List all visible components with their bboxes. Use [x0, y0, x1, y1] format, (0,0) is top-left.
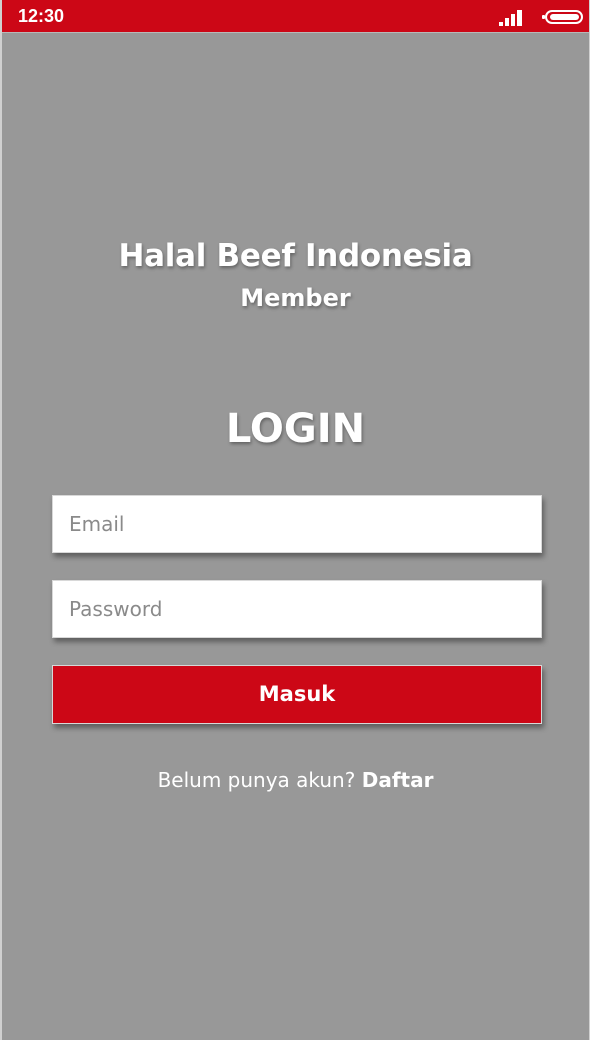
register-row: Belum punya akun? Daftar — [2, 766, 589, 794]
signal-bars-icon — [499, 10, 522, 26]
email-field[interactable] — [53, 496, 541, 552]
login-screen: 12:30 Halal Beef Indonesia Member LOGIN … — [0, 0, 590, 1040]
password-field-container — [52, 580, 542, 638]
page-title: LOGIN — [225, 406, 366, 452]
status-bar: 12:30 — [2, 0, 589, 33]
battery-icon — [542, 10, 583, 24]
register-link[interactable]: Daftar — [362, 768, 434, 792]
email-field-container — [52, 495, 542, 553]
register-prompt: Belum punya akun? — [157, 768, 356, 792]
password-field[interactable] — [53, 581, 541, 637]
app-subtitle: Member — [240, 284, 351, 312]
app-title: Halal Beef Indonesia — [118, 238, 473, 274]
submit-button[interactable]: Masuk — [52, 665, 542, 724]
status-time: 12:30 — [18, 6, 65, 26]
